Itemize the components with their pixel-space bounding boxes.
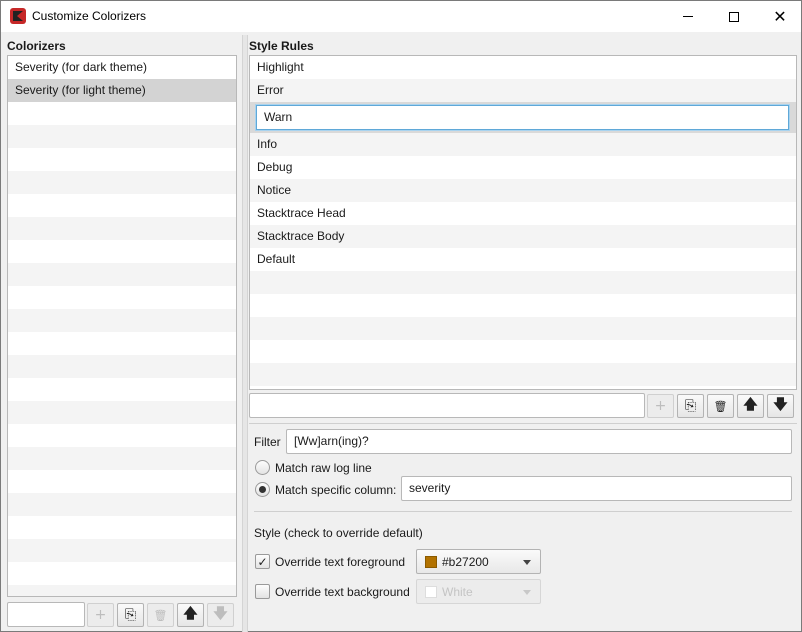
maximize-button[interactable] (711, 1, 757, 32)
style-rule-item[interactable]: Stacktrace Body (250, 225, 796, 248)
style-rule-item[interactable]: Error (250, 79, 796, 102)
plus-icon: + (654, 398, 667, 414)
override-foreground-checkbox[interactable]: ✓ (255, 554, 270, 569)
move-rule-down-button[interactable]: 🡇 (767, 394, 794, 418)
match-raw-radio[interactable] (255, 460, 270, 475)
empty-row (8, 194, 236, 217)
app-logo-icon (10, 8, 26, 24)
check-icon: ✓ (257, 554, 268, 569)
arrow-down-icon: 🡇 (213, 606, 228, 622)
empty-row (8, 171, 236, 194)
foreground-color-picker[interactable]: #b27200 (416, 549, 541, 574)
background-color-picker[interactable]: White (416, 579, 541, 604)
minimize-icon (683, 16, 693, 17)
foreground-color-value: #b27200 (442, 554, 489, 569)
style-rule-item[interactable]: Stacktrace Head (250, 202, 796, 225)
empty-row (8, 424, 236, 447)
empty-row (250, 317, 796, 340)
style-rule-name-editor[interactable]: Warn (256, 105, 789, 130)
add-colorizer-button[interactable]: + (87, 603, 114, 627)
empty-row (8, 516, 236, 539)
override-background-label[interactable]: Override text background (275, 585, 410, 599)
trash-icon: 🗑 (153, 608, 168, 622)
style-rules-heading: Style Rules (249, 39, 314, 53)
split-pane-divider[interactable] (242, 35, 248, 632)
colorizer-list-item[interactable]: Severity (for dark theme) (8, 56, 236, 79)
empty-row (8, 332, 236, 355)
duplicate-colorizer-button[interactable]: ⎘ (117, 603, 144, 627)
empty-row (8, 263, 236, 286)
empty-row (8, 585, 236, 596)
empty-row (8, 148, 236, 171)
chevron-down-icon (523, 590, 531, 595)
delete-colorizer-button[interactable]: 🗑 (147, 603, 174, 627)
match-raw-label[interactable]: Match raw log line (275, 461, 372, 475)
empty-row (8, 240, 236, 263)
column-name-input[interactable]: severity (401, 476, 792, 501)
move-colorizer-up-button[interactable]: 🡅 (177, 603, 204, 627)
close-icon: ✕ (773, 6, 787, 26)
empty-row (8, 539, 236, 562)
plus-icon: + (94, 607, 107, 623)
match-column-label[interactable]: Match specific column: (275, 483, 396, 497)
style-rule-item[interactable]: Debug (250, 156, 796, 179)
style-rule-item[interactable]: Notice (250, 179, 796, 202)
style-rule-item[interactable]: Highlight (250, 56, 796, 79)
match-column-radio[interactable] (255, 482, 270, 497)
style-heading: Style (check to override default) (254, 526, 423, 540)
empty-row (8, 562, 236, 585)
style-rules-list[interactable]: Highlight Error Warn Info Debug Notice Stacktr… (249, 55, 797, 390)
copy-icon: ⎘ (684, 398, 697, 414)
add-rule-button[interactable]: + (647, 394, 674, 418)
empty-row (8, 447, 236, 470)
separator (249, 423, 797, 424)
colorizer-filter-input[interactable] (7, 602, 85, 627)
delete-rule-button[interactable]: 🗑 (707, 394, 734, 418)
filter-label: Filter (254, 435, 281, 449)
duplicate-rule-button[interactable]: ⎘ (677, 394, 704, 418)
background-color-value: White (442, 584, 473, 599)
empty-row (8, 470, 236, 493)
style-rules-filter-input[interactable] (249, 393, 645, 418)
copy-icon: ⎘ (124, 607, 137, 623)
colorizers-heading: Colorizers (7, 39, 66, 53)
arrow-up-icon: 🡅 (743, 397, 758, 413)
style-rule-item[interactable]: Warn (250, 102, 796, 133)
colorizer-list[interactable]: Severity (for dark theme) Severity (for l… (7, 55, 237, 597)
separator (254, 511, 792, 512)
arrow-up-icon: 🡅 (183, 606, 198, 622)
chevron-down-icon (523, 560, 531, 565)
empty-row (250, 294, 796, 317)
empty-row (250, 271, 796, 294)
empty-row (250, 340, 796, 363)
override-foreground-label[interactable]: Override text foreground (275, 555, 405, 569)
style-rule-item[interactable]: Info (250, 133, 796, 156)
empty-row (250, 363, 796, 386)
arrow-down-icon: 🡇 (773, 397, 788, 413)
minimize-button[interactable] (665, 1, 711, 32)
style-rule-item[interactable]: Default (250, 248, 796, 271)
window-title: Customize Colorizers (32, 9, 147, 23)
filter-pattern-input[interactable]: [Ww]arn(ing)? (286, 429, 792, 454)
empty-row (8, 355, 236, 378)
empty-row (8, 309, 236, 332)
title-bar: Customize Colorizers ✕ (1, 1, 801, 32)
trash-icon: 🗑 (713, 399, 728, 413)
empty-row (8, 102, 236, 125)
close-button[interactable]: ✕ (757, 1, 802, 32)
empty-row (8, 125, 236, 148)
colorizer-list-item[interactable]: Severity (for light theme) (8, 79, 236, 102)
move-rule-up-button[interactable]: 🡅 (737, 394, 764, 418)
move-colorizer-down-button[interactable]: 🡇 (207, 603, 234, 627)
override-background-checkbox[interactable] (255, 584, 270, 599)
empty-row (8, 217, 236, 240)
empty-row (8, 286, 236, 309)
color-swatch (425, 585, 437, 598)
empty-row (8, 401, 236, 424)
customize-colorizers-dialog: Customize Colorizers ✕ Colorizers Severi… (0, 0, 802, 632)
maximize-icon (729, 11, 739, 22)
color-swatch (425, 555, 437, 568)
empty-row (8, 493, 236, 516)
empty-row (8, 378, 236, 401)
